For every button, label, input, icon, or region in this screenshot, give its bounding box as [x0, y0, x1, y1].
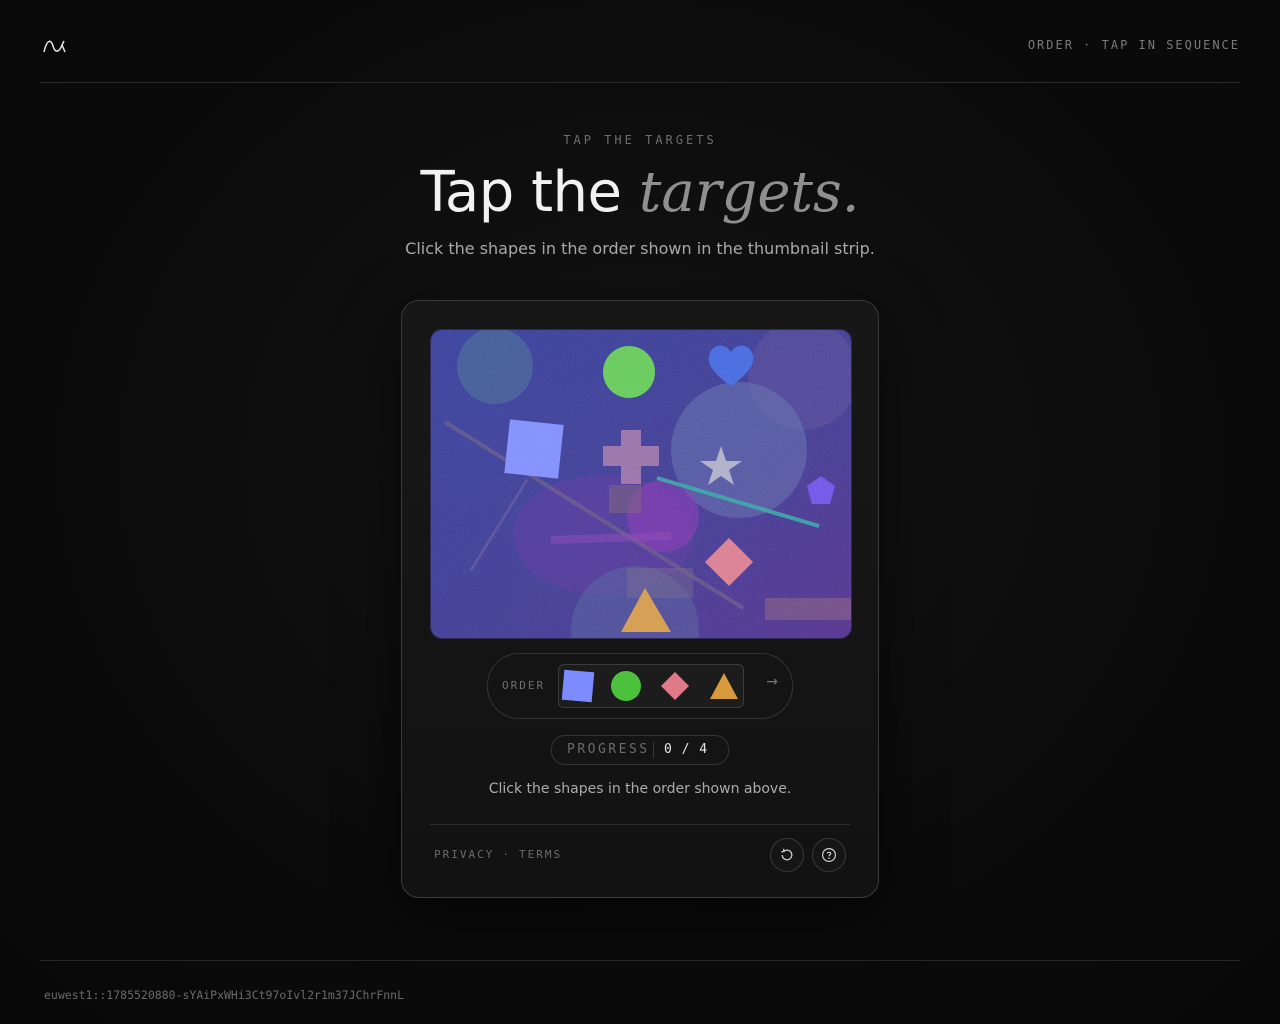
order-strip: ORDER → [487, 653, 793, 719]
terms-link[interactable]: TERMS [519, 848, 562, 861]
captcha-page: ORDER · TAP IN SEQUENCE TAP THE TARGETS … [0, 0, 1280, 1024]
progress-value: 0 / 4 [664, 742, 709, 757]
thumb-triangle-icon [710, 673, 738, 699]
page-subtitle: Click the shapes in the order shown in t… [405, 239, 875, 258]
challenge-canvas[interactable] [430, 329, 852, 639]
thumbnail-strip [558, 664, 744, 708]
progress-label: PROGRESS [567, 742, 650, 757]
title-accent: targets. [638, 160, 860, 225]
order-label: ORDER [502, 679, 546, 692]
progress-indicator: PROGRESS 0 / 4 [551, 735, 729, 765]
help-icon [821, 847, 837, 863]
session-id: euwest1::1785520880-sYAiPxWHi3Ct97oIvl2r… [44, 988, 405, 1002]
page-title: Tap the targets. [0, 158, 1280, 228]
title-main: Tap the [420, 160, 622, 225]
privacy-link[interactable]: PRIVACY [434, 848, 494, 861]
link-separator: · [502, 848, 511, 861]
reload-icon [781, 848, 793, 861]
card-footer-links: PRIVACY · TERMS [434, 848, 562, 861]
wave-logo-icon [43, 40, 66, 53]
challenge-card: ORDER → PROGRESS 0 / 4 Click the shapes … [401, 300, 879, 898]
eyebrow-label: TAP THE TARGETS [563, 133, 717, 147]
instruction-text: Click the shapes in the order shown abov… [488, 781, 792, 797]
progress-divider [653, 742, 654, 758]
reload-button[interactable] [770, 838, 804, 872]
header-tagline: ORDER · TAP IN SEQUENCE [1027, 38, 1240, 52]
thumb-circle-icon [611, 671, 641, 701]
thumb-diamond-icon [661, 672, 689, 700]
header: ORDER · TAP IN SEQUENCE [40, 0, 1240, 83]
help-button[interactable] [812, 838, 846, 872]
noise-overlay [431, 330, 851, 638]
arrow-right-icon: → [766, 674, 778, 690]
card-divider [430, 824, 850, 825]
thumb-square-icon [561, 669, 595, 703]
page-footer: euwest1::1785520880-sYAiPxWHi3Ct97oIvl2r… [40, 960, 1240, 1002]
